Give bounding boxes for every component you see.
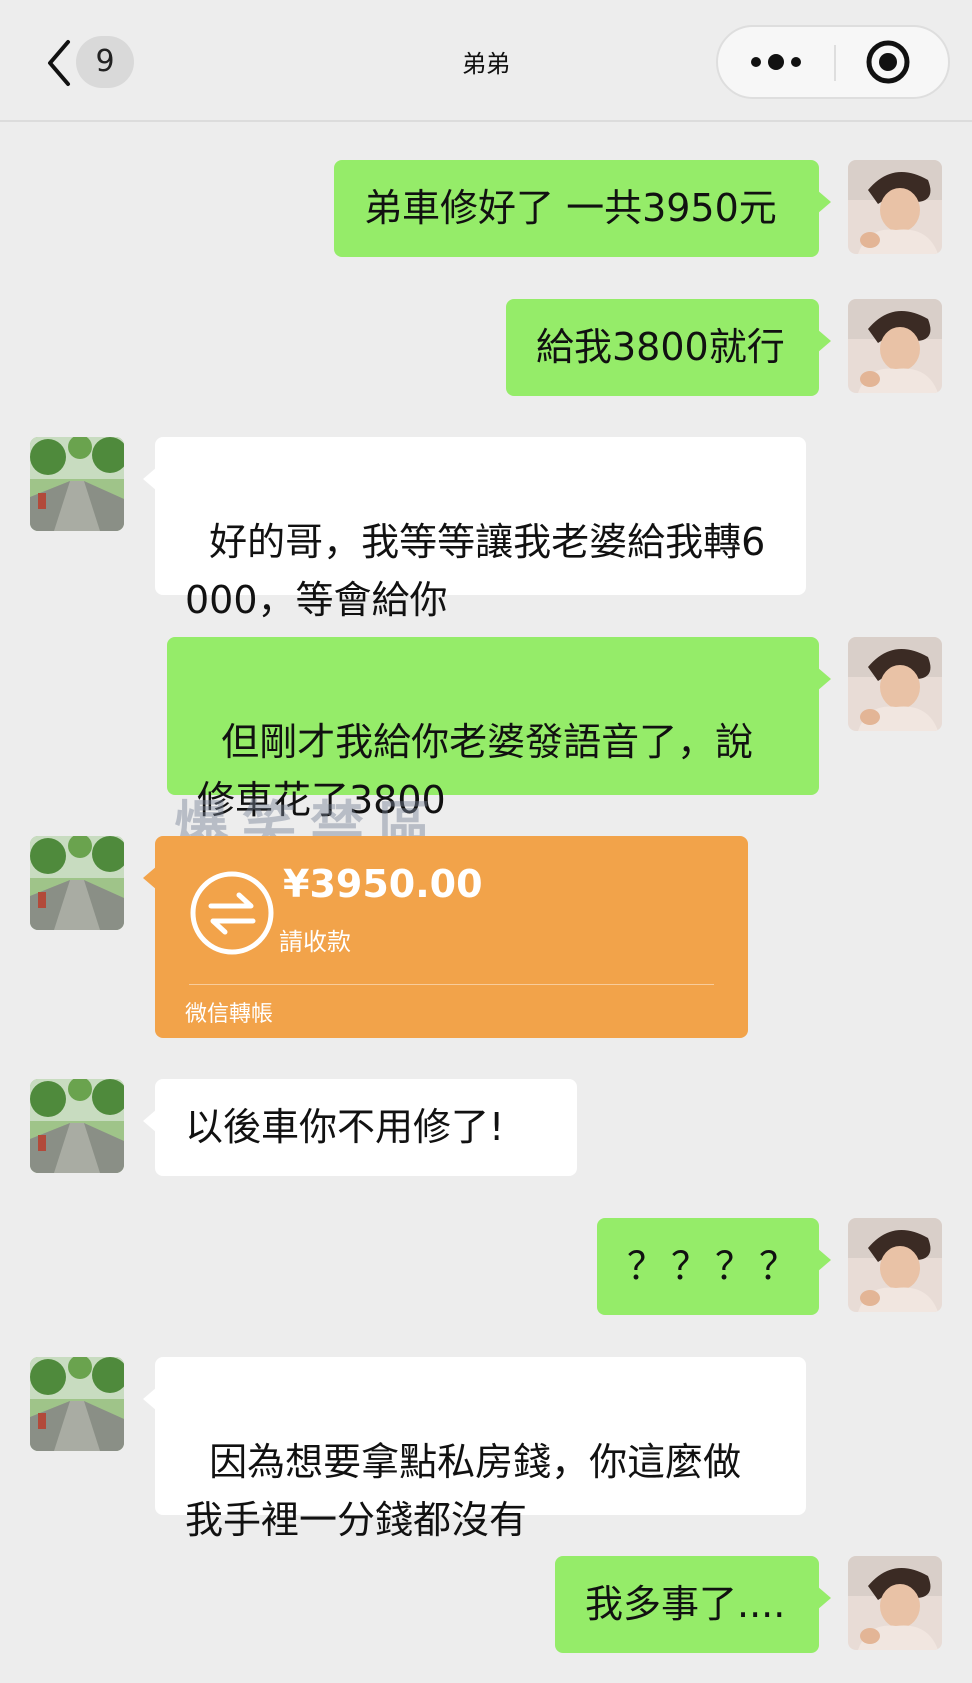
avatar-self[interactable] <box>848 1556 942 1650</box>
message-bubble-self[interactable]: 但剛才我給你老婆發語音了，說 修車花了3800 <box>167 637 831 822</box>
transfer-status: 請收款 <box>279 928 351 956</box>
avatar-self[interactable] <box>848 299 942 393</box>
message-text: 給我3800就行 <box>536 325 785 369</box>
avatar-brother[interactable] <box>30 1079 124 1173</box>
transfer-amount: ¥3950.00 <box>283 862 483 906</box>
transfer-arrows-icon <box>190 871 274 955</box>
message-bubble-self[interactable]: 我多事了.... <box>555 1556 831 1653</box>
message-text: 弟車修好了 一共3950元 <box>364 186 777 230</box>
target-icon <box>866 40 910 84</box>
message-text: 以後車你不用修了! <box>185 1105 505 1149</box>
avatar-self[interactable] <box>848 1218 942 1312</box>
avatar-brother[interactable] <box>30 1357 124 1451</box>
avatar-brother[interactable] <box>30 437 124 531</box>
message-bubble-other[interactable]: 好的哥，我等等讓我老婆給我轉6 000，等會給你 <box>143 437 806 622</box>
more-dots-icon <box>751 54 801 70</box>
message-bubble-self[interactable]: 弟車修好了 一共3950元 <box>334 160 831 257</box>
transfer-footer: 微信轉帳 <box>185 1002 274 1027</box>
message-bubble-other[interactable]: 以後車你不用修了! <box>143 1079 577 1176</box>
message-text: ？？？？ <box>627 1244 804 1288</box>
message-text: 好的哥，我等等讓我老婆給我轉6 000，等會給你 <box>185 520 766 622</box>
message-bubble-self[interactable]: 給我3800就行 <box>506 299 831 396</box>
transfer-divider <box>189 984 714 985</box>
chat-header: 9 弟弟 <box>0 0 972 122</box>
message-bubble-other[interactable]: 因為想要拿點私房錢，你這麼做 我手裡一分錢都沒有 <box>143 1357 806 1542</box>
more-options-button[interactable] <box>718 27 834 97</box>
message-text: 我多事了.... <box>585 1582 786 1626</box>
close-miniprogram-button[interactable] <box>836 27 952 97</box>
payment-request-card[interactable]: ¥3950.00 請收款 微信轉帳 <box>143 836 748 1038</box>
avatar-self[interactable] <box>848 160 942 254</box>
message-text: 因為想要拿點私房錢，你這麼做 我手裡一分錢都沒有 <box>185 1440 742 1542</box>
menu-capsule <box>716 25 950 99</box>
message-bubble-self[interactable]: ？？？？ <box>597 1218 831 1315</box>
avatar-brother[interactable] <box>30 836 124 930</box>
avatar-self[interactable] <box>848 637 942 731</box>
